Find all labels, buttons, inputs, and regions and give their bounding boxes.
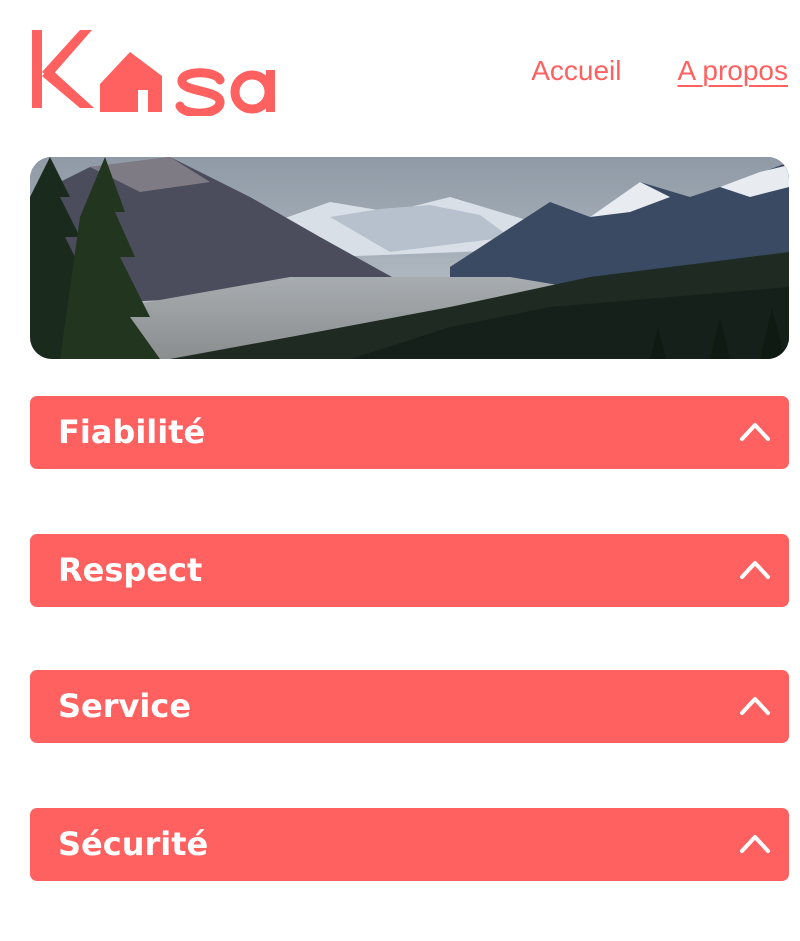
collapse-title: Service	[58, 687, 192, 725]
chevron-up-icon[interactable]	[739, 694, 771, 716]
collapse-service[interactable]: Service	[30, 670, 789, 743]
mountain-banner-image	[30, 157, 789, 359]
kasa-logo[interactable]	[30, 26, 290, 116]
collapse-title: Fiabilité	[58, 413, 206, 451]
main-nav: Accueil A propos	[531, 52, 788, 90]
chevron-up-icon[interactable]	[739, 420, 771, 442]
collapse-title: Respect	[58, 551, 203, 589]
nav-link-accueil[interactable]: Accueil	[531, 52, 621, 90]
collapse-title: Sécurité	[58, 825, 209, 863]
nav-link-a-propos[interactable]: A propos	[677, 52, 788, 90]
collapse-respect[interactable]: Respect	[30, 534, 789, 607]
collapse-fiabilite[interactable]: Fiabilité	[30, 396, 789, 469]
collapse-securite[interactable]: Sécurité	[30, 808, 789, 881]
site-header: Accueil A propos	[0, 0, 800, 130]
chevron-up-icon[interactable]	[739, 832, 771, 854]
chevron-up-icon[interactable]	[739, 558, 771, 580]
